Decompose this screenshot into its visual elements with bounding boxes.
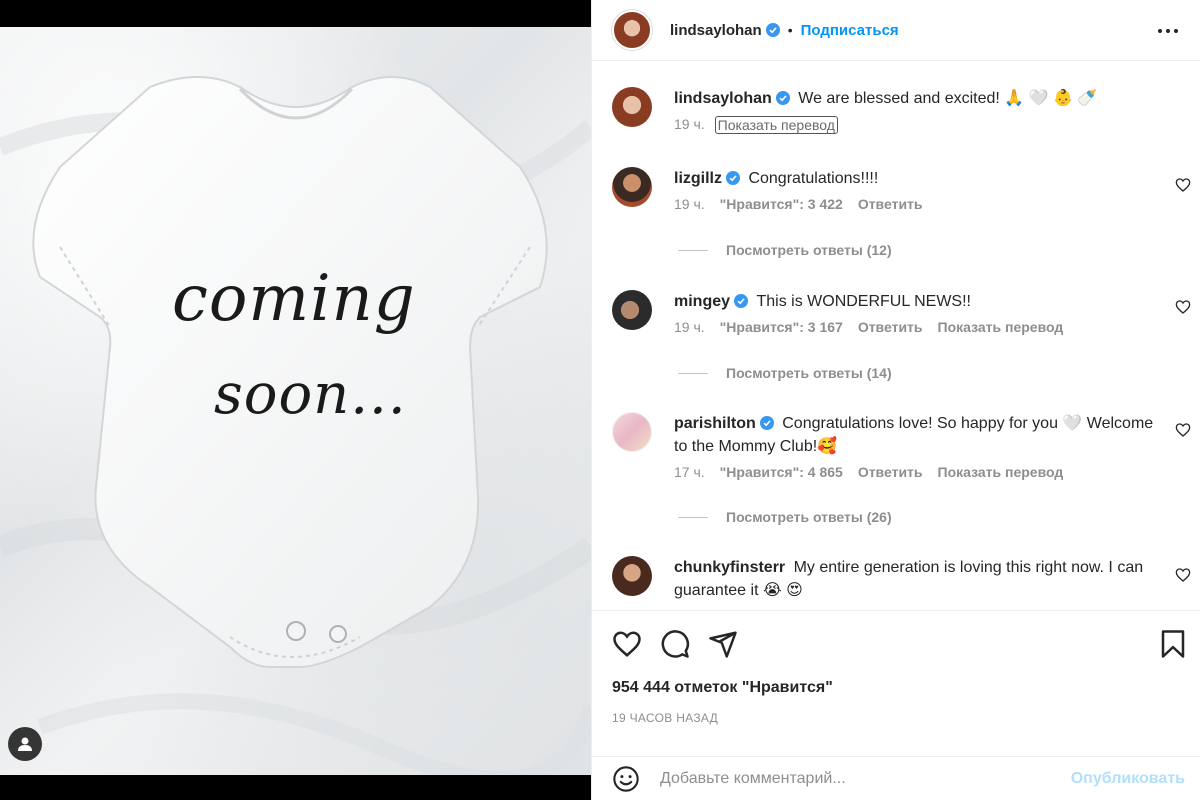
verified-icon <box>759 416 774 430</box>
comment-input[interactable] <box>660 769 1040 788</box>
author-avatar[interactable] <box>612 87 652 127</box>
photo-text-line-2: soon... <box>214 362 407 427</box>
publish-button[interactable]: Опубликовать <box>1071 770 1185 788</box>
user-tag-icon <box>18 737 32 751</box>
heart-icon[interactable] <box>1175 299 1191 315</box>
post-media: coming soon... <box>0 0 591 800</box>
translate-button[interactable]: Показать перевод <box>714 116 838 134</box>
comment-text: Congratulations!!!! <box>748 170 879 187</box>
view-replies-button[interactable]: Посмотреть ответы (14) <box>678 365 892 381</box>
comment-icon[interactable] <box>660 629 690 659</box>
more-icon[interactable] <box>1157 22 1179 40</box>
comment-item: lizgillz Congratulations!!!! 19 ч. "Нрав… <box>612 167 1182 212</box>
share-icon[interactable] <box>708 629 738 659</box>
reply-button[interactable]: Ответить <box>858 196 923 212</box>
comment-likes[interactable]: "Нравится": 4 865 <box>720 464 843 480</box>
likes-count[interactable]: 954 444 отметок "Нравится" <box>612 679 833 697</box>
heart-icon[interactable] <box>1175 567 1191 583</box>
reply-button[interactable]: Ответить <box>858 464 923 480</box>
verified-icon <box>734 294 749 308</box>
post-photo[interactable]: coming soon... <box>0 27 591 775</box>
photo-text-line-1: coming <box>172 262 416 336</box>
commenter-avatar[interactable] <box>612 290 652 330</box>
commenter-avatar[interactable] <box>612 167 652 207</box>
comment-username[interactable]: parishilton <box>674 415 756 432</box>
translate-button[interactable]: Показать перевод <box>938 319 1064 335</box>
heart-icon[interactable] <box>1175 177 1191 193</box>
commenter-avatar[interactable] <box>612 556 652 596</box>
commenter-avatar[interactable] <box>612 412 652 452</box>
caption-text: We are blessed and excited! 🙏 🤍 👶 🍼 <box>798 90 1098 107</box>
author-avatar[interactable] <box>612 10 652 50</box>
comment-item: mingey This is WONDERFUL NEWS!! 19 ч. "Н… <box>612 290 1182 335</box>
post-header: lindsaylohan • Подписаться <box>592 0 1200 61</box>
comments-list[interactable]: lindsaylohan We are blessed and excited!… <box>592 62 1200 610</box>
comment-time[interactable]: 17 ч. <box>674 464 705 480</box>
view-replies-button[interactable]: Посмотреть ответы (12) <box>678 242 892 258</box>
translate-button[interactable]: Показать перевод <box>938 464 1064 480</box>
comment-likes[interactable]: "Нравится": 3 422 <box>720 196 843 212</box>
comment-time[interactable]: 19 ч. <box>674 196 705 212</box>
heart-icon[interactable] <box>612 629 642 659</box>
caption-time[interactable]: 19 ч. <box>674 116 705 134</box>
emoji-icon[interactable] <box>612 765 640 793</box>
follow-button[interactable]: Подписаться <box>801 22 899 39</box>
comment-likes[interactable]: "Нравится": 3 167 <box>720 319 843 335</box>
view-replies-button[interactable]: Посмотреть ответы (26) <box>678 509 892 525</box>
comment-username[interactable]: chunkyfinsterr <box>674 559 785 576</box>
bookmark-icon[interactable] <box>1158 629 1188 659</box>
author-username[interactable]: lindsaylohan <box>670 22 762 39</box>
comment-username[interactable]: lizgillz <box>674 170 722 187</box>
comment-item: chunkyfinsterr My entire generation is l… <box>612 556 1182 602</box>
reply-button[interactable]: Ответить <box>858 319 923 335</box>
header-separator: • <box>787 22 793 38</box>
comment-composer: Опубликовать <box>592 756 1200 800</box>
comment-item: parishilton Congratulations love! So hap… <box>612 412 1182 480</box>
caption-username[interactable]: lindsaylohan <box>674 90 772 107</box>
comment-time[interactable]: 19 ч. <box>674 319 705 335</box>
post-time[interactable]: 19 ЧАСОВ НАЗАД <box>612 711 718 725</box>
user-tag-button[interactable] <box>8 727 42 761</box>
heart-icon[interactable] <box>1175 422 1191 438</box>
caption: lindsaylohan We are blessed and excited!… <box>612 87 1182 134</box>
verified-icon <box>726 171 740 185</box>
comment-username[interactable]: mingey <box>674 293 730 310</box>
post-side-panel: lindsaylohan • Подписаться lindsaylohan … <box>591 0 1200 800</box>
verified-icon <box>765 23 780 37</box>
verified-icon <box>775 91 790 105</box>
comment-text: This is WONDERFUL NEWS!! <box>756 293 971 310</box>
